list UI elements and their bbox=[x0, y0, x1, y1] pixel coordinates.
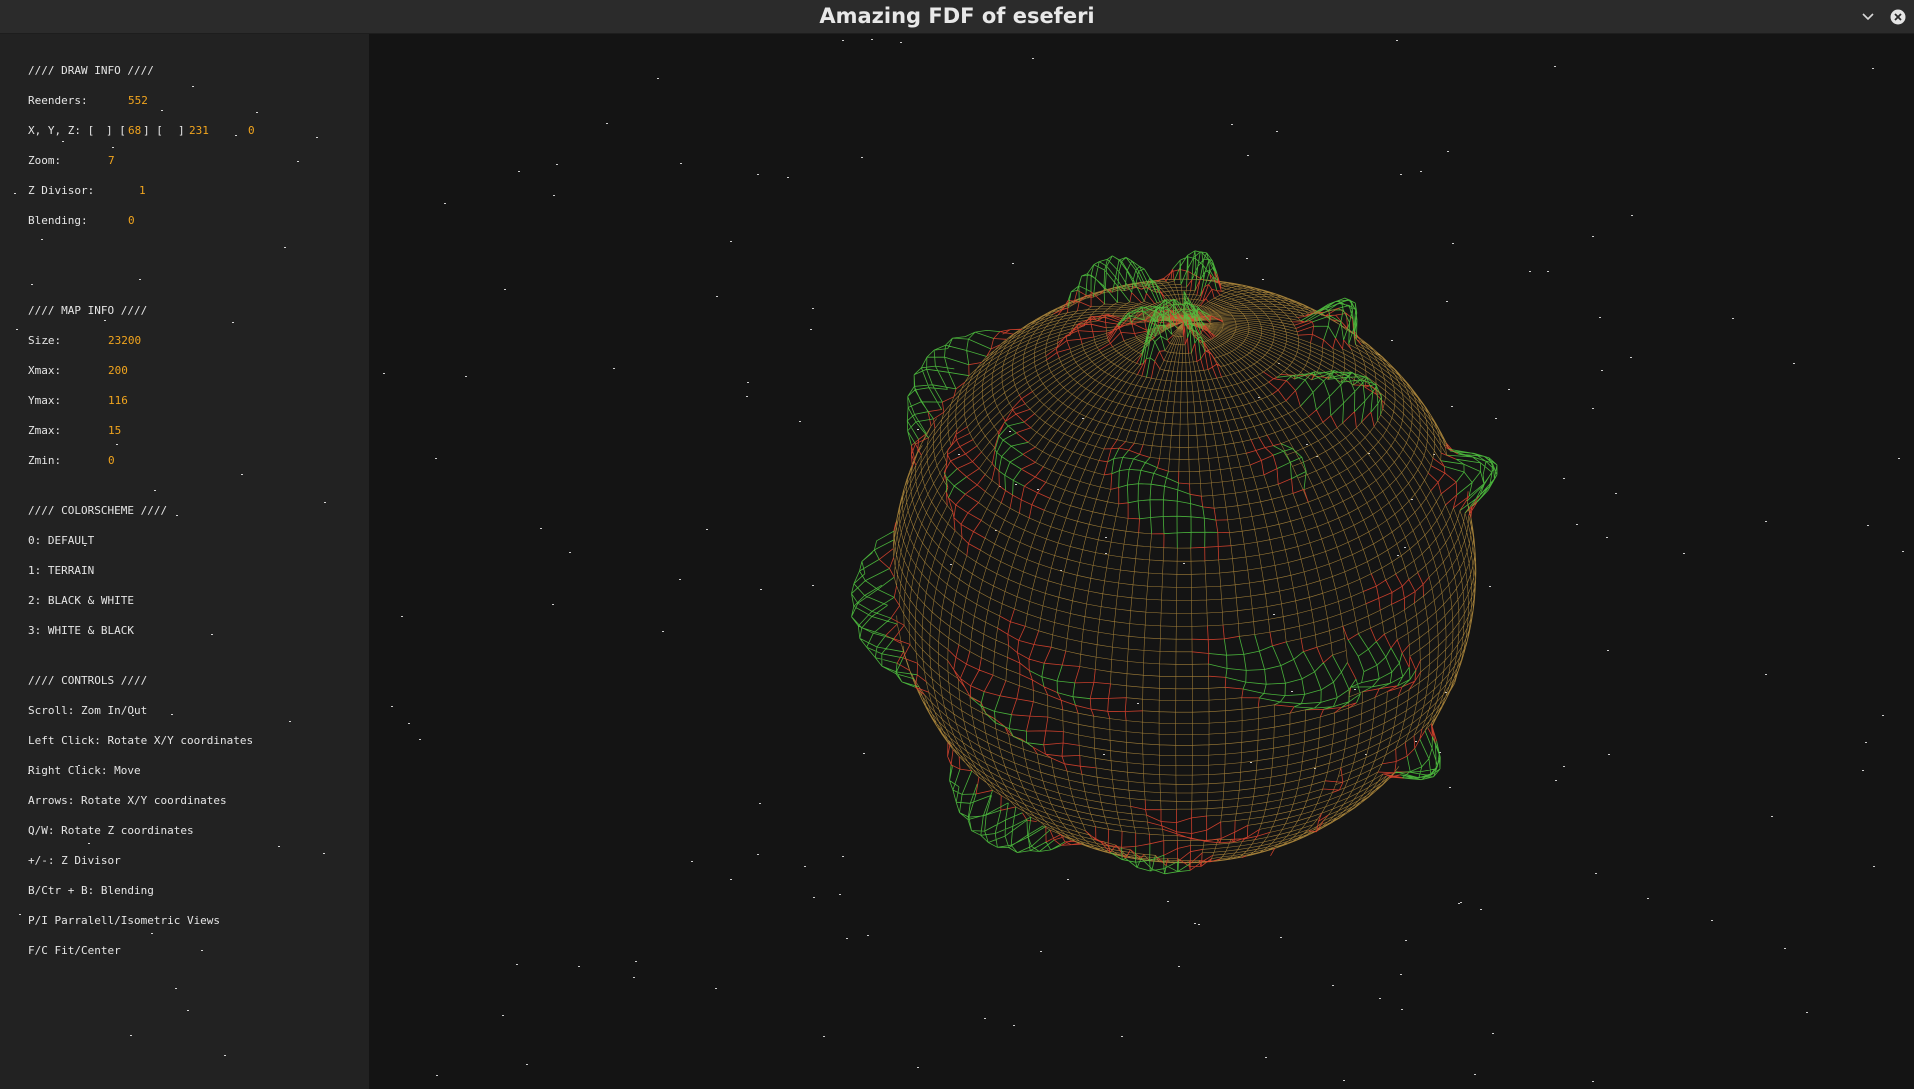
noise-pixel bbox=[112, 147, 114, 148]
globe-mesh bbox=[851, 250, 1498, 875]
chevron-down-icon bbox=[1862, 13, 1874, 21]
noise-pixel bbox=[62, 141, 64, 142]
noise-pixel bbox=[84, 545, 86, 546]
zmax-value: 15 bbox=[108, 424, 122, 437]
colorscheme-item: 2: BLACK & WHITE bbox=[28, 594, 134, 607]
xyz-label: X, Y, Z: [ bbox=[28, 124, 95, 137]
controls-item: Right Click: Move bbox=[28, 764, 141, 777]
noise-pixel bbox=[256, 112, 258, 113]
noise-pixel bbox=[316, 137, 318, 138]
close-icon bbox=[1890, 9, 1906, 25]
noise-pixel bbox=[324, 502, 326, 503]
size-value: 23200 bbox=[108, 334, 142, 347]
noise-pixel bbox=[116, 444, 118, 445]
blending-value: 0 bbox=[128, 214, 135, 227]
wireframe-globe[interactable] bbox=[369, 34, 1914, 1089]
minimize-button[interactable] bbox=[1858, 7, 1878, 27]
noise-pixel bbox=[31, 284, 33, 285]
noise-pixel bbox=[278, 846, 280, 847]
noise-pixel bbox=[224, 1055, 226, 1056]
noise-pixel bbox=[14, 193, 16, 194]
zmin-label: Zmin: bbox=[28, 454, 62, 467]
zmax-label: Zmax: bbox=[28, 424, 62, 437]
noise-pixel bbox=[187, 1010, 189, 1011]
noise-pixel bbox=[36, 100, 38, 101]
noise-pixel bbox=[211, 634, 213, 635]
noise-pixel bbox=[139, 279, 141, 280]
xyz-x-value: 68 bbox=[128, 124, 142, 137]
noise-pixel bbox=[176, 515, 178, 516]
noise-pixel bbox=[232, 322, 234, 323]
noise-pixel bbox=[297, 161, 299, 162]
colorscheme-item: 3: WHITE & BLACK bbox=[28, 624, 134, 637]
xyz-bracket-2: ] [ bbox=[143, 124, 163, 137]
noise-pixel bbox=[161, 110, 163, 111]
controls-item: Arrows: Rotate X/Y coordinates bbox=[28, 794, 227, 807]
noise-pixel bbox=[132, 715, 134, 716]
controls-item: P/I Parralell/Isometric Views bbox=[28, 914, 221, 927]
colorscheme-header: //// COLORSCHEME //// bbox=[28, 504, 168, 517]
close-button[interactable] bbox=[1888, 7, 1908, 27]
reenders-value: 552 bbox=[128, 94, 148, 107]
noise-pixel bbox=[78, 765, 80, 766]
noise-pixel bbox=[154, 490, 156, 491]
controls-item: +/-: Z Divisor bbox=[28, 854, 121, 867]
noise-pixel bbox=[201, 950, 203, 951]
map-info-header: //// MAP INFO //// bbox=[28, 304, 148, 317]
noise-pixel bbox=[19, 914, 21, 915]
controls-item: F/C Fit/Center bbox=[28, 944, 121, 957]
xmax-value: 200 bbox=[108, 364, 128, 377]
xyz-y-value: 231 bbox=[189, 124, 209, 137]
noise-pixel bbox=[323, 853, 325, 854]
blending-label: Blending: bbox=[28, 214, 88, 227]
noise-pixel bbox=[289, 721, 291, 722]
controls-item: Left Click: Rotate X/Y coordinates bbox=[28, 734, 254, 747]
controls-item: Q/W: Rotate Z coordinates bbox=[28, 824, 194, 837]
noise-pixel bbox=[46, 343, 48, 344]
zoom-label: Zoom: bbox=[28, 154, 62, 167]
noise-pixel bbox=[175, 988, 177, 989]
render-viewport[interactable] bbox=[369, 34, 1914, 1089]
xyz-bracket-3: ] bbox=[178, 124, 185, 137]
controls-item: Scroll: Zom In/Out bbox=[28, 704, 148, 717]
xyz-z-value: 0 bbox=[248, 124, 255, 137]
noise-pixel bbox=[130, 1035, 132, 1036]
ymax-label: Ymax: bbox=[28, 394, 62, 407]
noise-pixel bbox=[192, 86, 194, 87]
window-title: Amazing FDF of eseferi bbox=[819, 4, 1095, 28]
size-label: Size: bbox=[28, 334, 62, 347]
title-bar: Amazing FDF of eseferi bbox=[0, 0, 1914, 34]
noise-pixel bbox=[88, 843, 90, 844]
globe-mesh-lines bbox=[878, 268, 1481, 871]
noise-pixel bbox=[104, 320, 106, 321]
zoom-value: 7 bbox=[108, 154, 115, 167]
noise-pixel bbox=[284, 247, 286, 248]
reenders-label: Reenders: bbox=[28, 94, 88, 107]
zdiv-value: 1 bbox=[139, 184, 146, 197]
ymax-value: 116 bbox=[108, 394, 128, 407]
info-sidebar: //// DRAW INFO //// Reenders: 552 X, Y, … bbox=[0, 34, 369, 1089]
xyz-bracket-1: ] [ bbox=[106, 124, 126, 137]
draw-info-header: //// DRAW INFO //// bbox=[28, 64, 154, 77]
xmax-label: Xmax: bbox=[28, 364, 62, 377]
noise-pixel bbox=[28, 773, 30, 774]
controls-item: B/Ctr + B: Blending bbox=[28, 884, 154, 897]
noise-pixel bbox=[151, 933, 153, 934]
noise-pixel bbox=[171, 714, 173, 715]
noise-pixel bbox=[235, 135, 237, 136]
zdiv-label: Z Divisor: bbox=[28, 184, 95, 197]
colorscheme-item: 1: TERRAIN bbox=[28, 564, 95, 577]
noise-pixel bbox=[41, 239, 43, 240]
zmin-value: 0 bbox=[108, 454, 115, 467]
noise-pixel bbox=[241, 474, 243, 475]
noise-pixel bbox=[16, 329, 18, 330]
controls-header: //// CONTROLS //// bbox=[28, 674, 148, 687]
